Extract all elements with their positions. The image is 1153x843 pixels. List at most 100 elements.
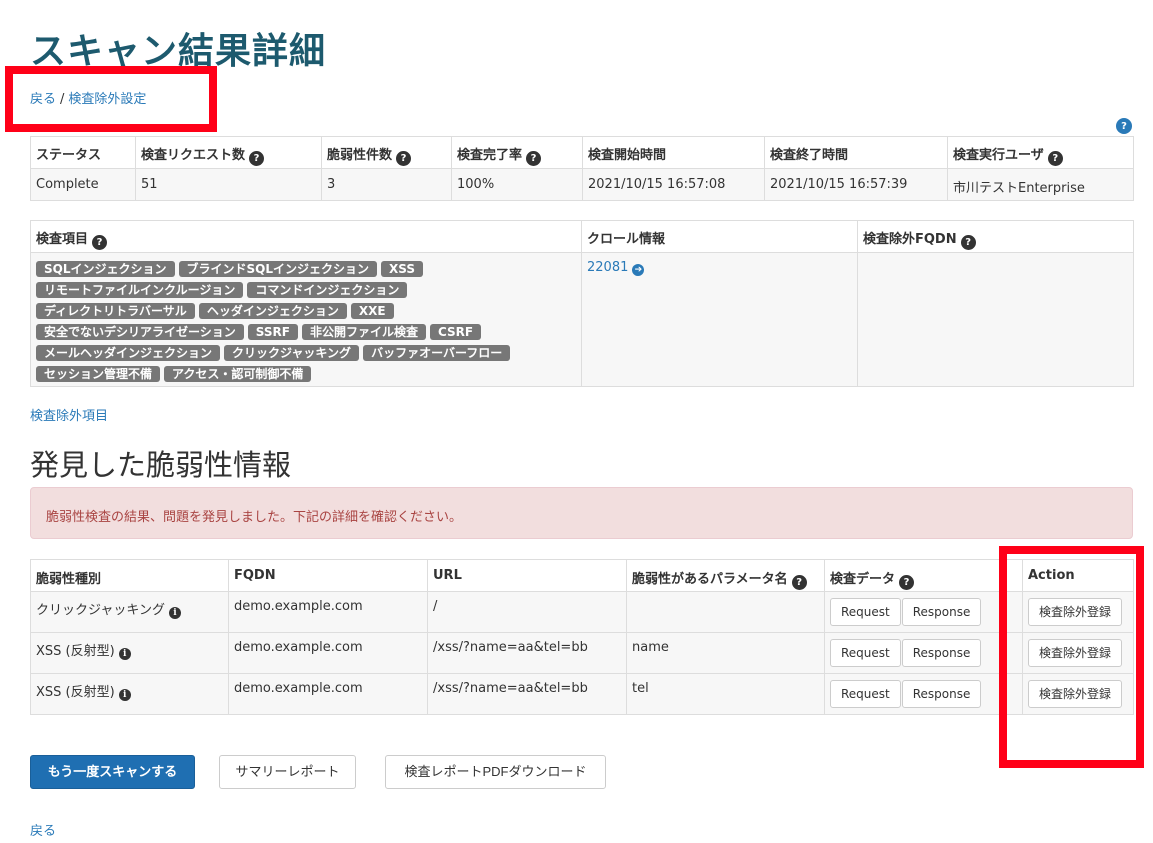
breadcrumb: 戻る / 検査除外設定 [30,88,146,107]
vuln-header-inspection-data: 検査データ? [824,559,1023,592]
help-icon[interactable]: ? [396,151,412,166]
check-item-tag: SQLインジェクション [36,261,175,277]
check-item-tag: CSRF [429,324,482,340]
status-header-request-count: 検査リクエスト数? [135,136,322,169]
action-cell: 検査除外登録 [1022,591,1134,633]
help-icon[interactable]: ? [960,235,976,250]
vuln-header-param: 脆弱性があるパラメータ名? [626,559,825,592]
inspection-data-cell: Request Response [824,673,1023,715]
inspection-data-cell: Request Response [824,632,1023,674]
vuln-header-type: 脆弱性種別 [30,559,229,592]
request-button[interactable]: Request [830,598,901,626]
vuln-header-url: URL [427,559,627,592]
vuln-param-cell: name [626,632,825,674]
info-icon[interactable]: i [118,648,131,660]
vuln-param-cell: tel [626,673,825,715]
exclude-register-button[interactable]: 検査除外登録 [1028,598,1123,626]
check-item-tag: メールヘッダインジェクション [36,345,221,361]
action-cell: 検査除外登録 [1022,632,1134,674]
vulnerability-table: 脆弱性種別 FQDN URL 脆弱性があるパラメータ名? 検査データ? Acti… [30,559,1134,715]
vuln-fqdn-cell: demo.example.com [228,673,428,715]
crawl-info-cell: 22081 ➔ [581,252,858,387]
exclude-register-button[interactable]: 検査除外登録 [1028,680,1123,708]
help-icon[interactable]: ? [92,235,108,250]
vuln-fqdn-cell: demo.example.com [228,591,428,633]
vulnerability-alert: 脆弱性検査の結果、問題を発見しました。下記の詳細を確認ください。 [30,487,1133,539]
check-item-tag: ディレクトリトラバーサル [36,303,195,319]
completion-rate-value: 100% [451,168,583,201]
check-item-tag: XSS [381,261,423,277]
vuln-count-value: 3 [321,168,452,201]
check-item-tag: 安全でないデシリアライゼーション [36,324,244,340]
items-header-check-items: 検査項目? [30,220,582,253]
crawl-id: 22081 [587,260,629,275]
table-row: クリックジャッキング i demo.example.com / Request Re… [30,591,1134,633]
end-time-value: 2021/10/15 16:57:39 [764,168,948,201]
check-item-tag: SSRF [247,324,298,340]
response-button[interactable]: Response [901,639,982,667]
vuln-url-cell: /xss/?name=aa&tel=bb [427,632,627,674]
vuln-header-fqdn: FQDN [228,559,428,592]
status-header-status: ステータス [30,136,136,169]
check-item-tag: XXE [350,303,394,319]
help-icon[interactable]: ? [249,151,265,166]
back-link[interactable]: 戻る [30,820,56,839]
scan-status-table: ステータス 検査リクエスト数? 脆弱性件数? 検査完了率? 検査開始時間 検査終… [30,136,1134,201]
vuln-param-cell [626,591,825,633]
response-button[interactable]: Response [901,598,982,626]
vuln-type-cell: クリックジャッキング i [30,591,229,633]
excluded-fqdn-cell [857,252,1134,387]
check-item-tag: ヘッダインジェクション [198,303,347,319]
check-items-cell: SQLインジェクション ブラインドSQLインジェクション XSS リモートファイルイ… [30,252,582,387]
items-header-excluded-fqdn: 検査除外FQDN? [857,220,1134,253]
request-button[interactable]: Request [830,680,901,708]
vuln-fqdn-cell: demo.example.com [228,632,428,674]
status-value-row: Complete 51 3 100% 2021/10/15 16:57:08 2… [30,168,1134,201]
vuln-header-row: 脆弱性種別 FQDN URL 脆弱性があるパラメータ名? 検査データ? Acti… [30,559,1134,592]
check-item-tag: クリックジャッキング [224,345,360,361]
info-icon[interactable]: i [118,689,131,701]
status-header-start-time: 検査開始時間 [582,136,765,169]
breadcrumb-back-link[interactable]: 戻る [30,92,56,107]
check-item-tag: アクセス・認可制御不備 [164,366,312,382]
rescan-button[interactable]: もう一度スキャンする [30,755,195,789]
items-header-crawl-info: クロール情報 [581,220,858,253]
response-button[interactable]: Response [901,680,982,708]
arrow-right-circle-icon: ➔ [632,264,645,276]
breadcrumb-separator: / [60,92,65,107]
pdf-download-button[interactable]: 検査レポートPDFダウンロード [385,755,606,789]
page-help-icon[interactable]: ? [1116,118,1132,134]
check-item-tag: バッファオーバーフロー [363,345,511,361]
page-title: スキャン結果詳細 [30,31,327,72]
summary-report-button[interactable]: サマリーレポート [219,755,356,789]
request-count-value: 51 [135,168,322,201]
crawl-info-link[interactable]: 22081 ➔ [587,260,645,276]
status-header-row: ステータス 検査リクエスト数? 脆弱性件数? 検査完了率? 検査開始時間 検査終… [30,136,1134,169]
help-icon[interactable]: ? [791,575,807,590]
info-icon[interactable]: i [168,607,181,619]
request-button[interactable]: Request [830,639,901,667]
table-row: XSS (反射型) i demo.example.com /xss/?name=a… [30,673,1134,715]
check-item-tag: セッション管理不備 [36,366,161,382]
vuln-type-cell: XSS (反射型) i [30,673,229,715]
inspection-data-cell: Request Response [824,591,1023,633]
status-header-user: 検査実行ユーザ? [947,136,1134,169]
items-value-row: SQLインジェクション ブラインドSQLインジェクション XSS リモートファイルイ… [30,252,1134,387]
check-item-tag: 非公開ファイル検査 [301,324,426,340]
excluded-items-link[interactable]: 検査除外項目 [30,405,108,424]
status-value: Complete [30,168,136,201]
help-icon[interactable]: ? [526,151,542,166]
status-header-end-time: 検査終了時間 [764,136,948,169]
scan-items-table: 検査項目? クロール情報 検査除外FQDN? SQLインジェクション ブラインドS… [30,220,1134,387]
help-icon[interactable]: ? [1047,151,1063,166]
exclude-register-button[interactable]: 検査除外登録 [1028,639,1123,667]
breadcrumb-exclusion-settings-link[interactable]: 検査除外設定 [68,92,146,107]
check-item-tag: リモートファイルインクルージョン [36,282,244,298]
status-header-completion-rate: 検査完了率? [451,136,583,169]
action-cell: 検査除外登録 [1022,673,1134,715]
help-icon[interactable]: ? [899,575,915,590]
vuln-header-action: Action [1022,559,1134,592]
check-item-tag: コマンドインジェクション [247,282,408,298]
check-item-tag: ブラインドSQLインジェクション [178,261,377,277]
vuln-url-cell: /xss/?name=aa&tel=bb [427,673,627,715]
